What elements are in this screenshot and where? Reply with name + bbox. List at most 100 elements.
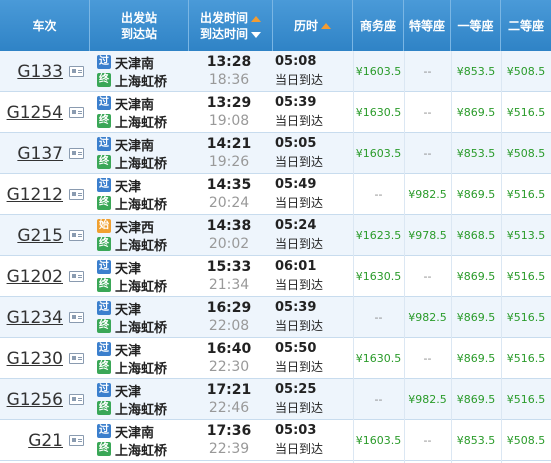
train-number-link[interactable]: G21 [28, 431, 63, 451]
station-cell: 过天津 终上海虹桥 [97, 258, 192, 296]
train-number-link[interactable]: G1230 [7, 349, 63, 369]
duration: 05:39 [275, 95, 317, 110]
seat-price-business[interactable]: ¥1603.5 [353, 51, 404, 92]
table-row[interactable]: G1202 过天津 终上海虹桥 15:33 21:34 06:01 当日到达 ¥… [0, 256, 551, 297]
train-info-icon[interactable] [69, 189, 84, 200]
seat-price-business[interactable]: ¥1603.5 [353, 420, 404, 461]
train-info-icon[interactable] [69, 230, 84, 241]
seat-price-business[interactable]: ¥1630.5 [353, 338, 404, 379]
departure-time: 17:21 [206, 382, 252, 398]
seat-price-second[interactable]: ¥513.5 [501, 215, 551, 256]
seat-price-business[interactable]: -- [353, 174, 404, 215]
seat-price-premium[interactable]: -- [404, 338, 451, 379]
seat-price-business[interactable]: ¥1630.5 [353, 92, 404, 133]
seat-price-second[interactable]: ¥508.5 [501, 420, 551, 461]
seat-price-first[interactable]: ¥869.5 [451, 92, 501, 133]
duration-cell: 05:49 当日到达 [275, 176, 350, 214]
seat-price-second[interactable]: ¥516.5 [501, 338, 551, 379]
seat-price-second[interactable]: ¥508.5 [501, 133, 551, 174]
train-info-icon[interactable] [69, 148, 84, 159]
train-number-link[interactable]: G133 [17, 62, 63, 82]
seat-price-business[interactable]: ¥1603.5 [353, 133, 404, 174]
table-row[interactable]: G1254 过天津南 终上海虹桥 13:29 19:08 05:39 当日到达 … [0, 92, 551, 133]
table-row[interactable]: G1234 过天津 终上海虹桥 16:29 22:08 05:39 当日到达 -… [0, 297, 551, 338]
arrival-station: 上海虹桥 [115, 156, 168, 172]
seat-price-premium[interactable]: ¥978.5 [404, 215, 451, 256]
seat-price-second[interactable]: ¥508.5 [501, 51, 551, 92]
seat-price-first[interactable]: ¥853.5 [451, 51, 501, 92]
seat-price-first[interactable]: ¥869.5 [451, 256, 501, 297]
table-row[interactable]: G133 过天津南 终上海虹桥 13:28 18:36 05:08 当日到达 ¥… [0, 51, 551, 92]
duration: 05:03 [275, 423, 317, 438]
arrival-station: 上海虹桥 [115, 279, 168, 295]
arrival-day-note: 当日到达 [275, 360, 324, 374]
seat-price-first[interactable]: ¥869.5 [451, 379, 501, 420]
seat-price-premium[interactable]: ¥982.5 [404, 297, 451, 338]
train-number-link[interactable]: G1254 [7, 103, 63, 123]
duration-cell: 05:08 当日到达 [275, 53, 350, 91]
train-info-icon[interactable] [69, 312, 84, 323]
train-cell: G1254 [0, 92, 90, 133]
seat-price-second[interactable]: ¥516.5 [501, 174, 551, 215]
duration-cell: 05:50 当日到达 [275, 340, 350, 378]
seat-price-second[interactable]: ¥516.5 [501, 379, 551, 420]
header-duration-sort[interactable]: 历时 [273, 0, 353, 51]
table-row[interactable]: G1212 过天津 终上海虹桥 14:35 20:24 05:49 当日到达 -… [0, 174, 551, 215]
header-station[interactable]: 出发站 到达站 [90, 0, 189, 51]
table-row[interactable]: G215 始天津西 终上海虹桥 14:38 20:02 05:24 当日到达 ¥… [0, 215, 551, 256]
terminal-badge-icon: 终 [97, 442, 111, 456]
sort-ascending-icon[interactable] [321, 22, 331, 29]
seat-price-business[interactable]: -- [353, 297, 404, 338]
train-info-icon[interactable] [69, 66, 84, 77]
departure-time: 14:38 [206, 218, 252, 234]
seat-price-first[interactable]: ¥869.5 [451, 174, 501, 215]
train-number-link[interactable]: G1234 [7, 308, 63, 328]
sort-descending-icon[interactable] [251, 31, 261, 38]
train-number-link[interactable]: G1212 [7, 185, 63, 205]
arrival-day-note: 当日到达 [275, 237, 324, 251]
seat-price-first[interactable]: ¥869.5 [451, 297, 501, 338]
table-row[interactable]: G137 过天津南 终上海虹桥 14:21 19:26 05:05 当日到达 ¥… [0, 133, 551, 174]
arrival-day-note: 当日到达 [275, 73, 324, 87]
header-time-sort[interactable]: 出发时间 到达时间 [189, 0, 273, 51]
seat-price-premium[interactable]: ¥982.5 [404, 379, 451, 420]
train-info-icon[interactable] [69, 435, 84, 446]
table-row[interactable]: G1256 过天津 终上海虹桥 17:21 22:46 05:25 当日到达 -… [0, 379, 551, 420]
departure-badge-icon: 过 [97, 178, 111, 192]
duration-cell: 05:24 当日到达 [275, 217, 350, 255]
seat-price-business[interactable]: ¥1623.5 [353, 215, 404, 256]
train-info-icon[interactable] [69, 394, 84, 405]
header-time-arr-label: 到达时间 [199, 26, 248, 41]
train-number-link[interactable]: G1256 [7, 390, 63, 410]
seat-price-business[interactable]: -- [353, 379, 404, 420]
departure-time: 13:28 [206, 54, 252, 70]
arrival-time: 21:34 [208, 277, 250, 293]
seat-price-first[interactable]: ¥853.5 [451, 133, 501, 174]
train-info-icon[interactable] [69, 271, 84, 282]
table-row[interactable]: G1230 过天津 终上海虹桥 16:40 22:30 05:50 当日到达 ¥… [0, 338, 551, 379]
duration: 05:05 [275, 136, 317, 151]
train-number-link[interactable]: G137 [17, 144, 63, 164]
seat-price-premium[interactable]: -- [404, 420, 451, 461]
seat-price-premium[interactable]: ¥982.5 [404, 174, 451, 215]
seat-price-business[interactable]: ¥1630.5 [353, 256, 404, 297]
seat-price-second[interactable]: ¥516.5 [501, 256, 551, 297]
seat-price-premium[interactable]: -- [404, 92, 451, 133]
train-info-icon[interactable] [69, 353, 84, 364]
seat-price-first[interactable]: ¥868.5 [451, 215, 501, 256]
seat-price-premium[interactable]: -- [404, 133, 451, 174]
train-cell: G1230 [0, 338, 90, 379]
seat-price-first[interactable]: ¥853.5 [451, 420, 501, 461]
train-cell: G1256 [0, 379, 90, 420]
train-info-icon[interactable] [69, 107, 84, 118]
table-row[interactable]: G21 过天津南 终上海虹桥 17:36 22:39 05:03 当日到达 ¥1… [0, 420, 551, 461]
departure-time: 17:36 [206, 423, 252, 439]
seat-price-second[interactable]: ¥516.5 [501, 92, 551, 133]
seat-price-first[interactable]: ¥869.5 [451, 338, 501, 379]
seat-price-second[interactable]: ¥516.5 [501, 297, 551, 338]
sort-ascending-icon[interactable] [251, 15, 261, 22]
train-number-link[interactable]: G215 [17, 226, 63, 246]
train-number-link[interactable]: G1202 [7, 267, 63, 287]
seat-price-premium[interactable]: -- [404, 256, 451, 297]
seat-price-premium[interactable]: -- [404, 51, 451, 92]
